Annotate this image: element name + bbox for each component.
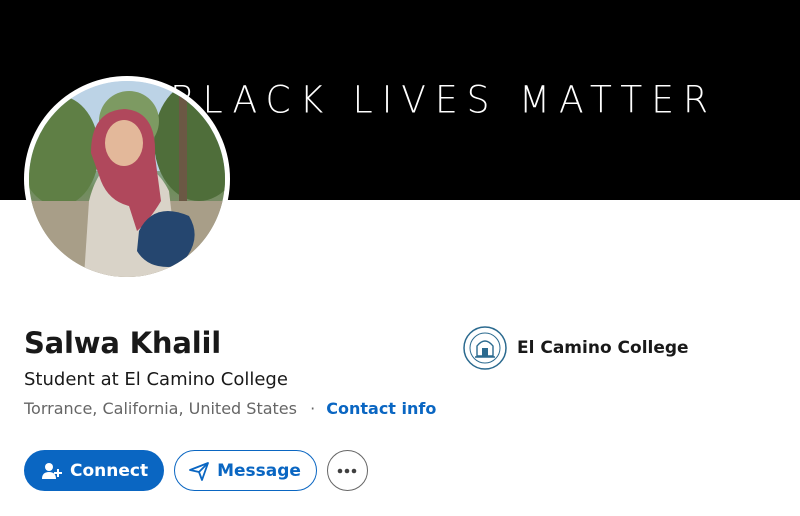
- more-actions-button[interactable]: [326, 450, 368, 491]
- profile-headline: Student at El Camino College: [24, 369, 288, 390]
- location-row: Torrance, California, United States · Co…: [24, 399, 436, 418]
- profile-actions: Connect Message: [24, 450, 368, 491]
- profile-photo: [29, 81, 225, 277]
- paper-plane-icon: [189, 461, 209, 481]
- banner-text: BLACK LIVES MATTER: [170, 78, 717, 123]
- profile-avatar[interactable]: [24, 76, 230, 282]
- profile-name: Salwa Khalil: [24, 326, 221, 360]
- school-name: El Camino College: [517, 338, 689, 358]
- message-button[interactable]: Message: [174, 450, 317, 491]
- profile-location: Torrance, California, United States: [24, 399, 297, 418]
- connect-button[interactable]: Connect: [24, 450, 165, 491]
- message-label: Message: [217, 460, 301, 481]
- education-entry[interactable]: El Camino College: [463, 326, 689, 370]
- add-person-icon: [42, 462, 62, 480]
- contact-info-link[interactable]: Contact info: [326, 399, 436, 418]
- el-camino-college-logo-icon: [463, 326, 507, 370]
- separator-dot: ·: [310, 399, 316, 418]
- connect-label: Connect: [70, 460, 149, 481]
- ellipsis-icon: [337, 468, 357, 474]
